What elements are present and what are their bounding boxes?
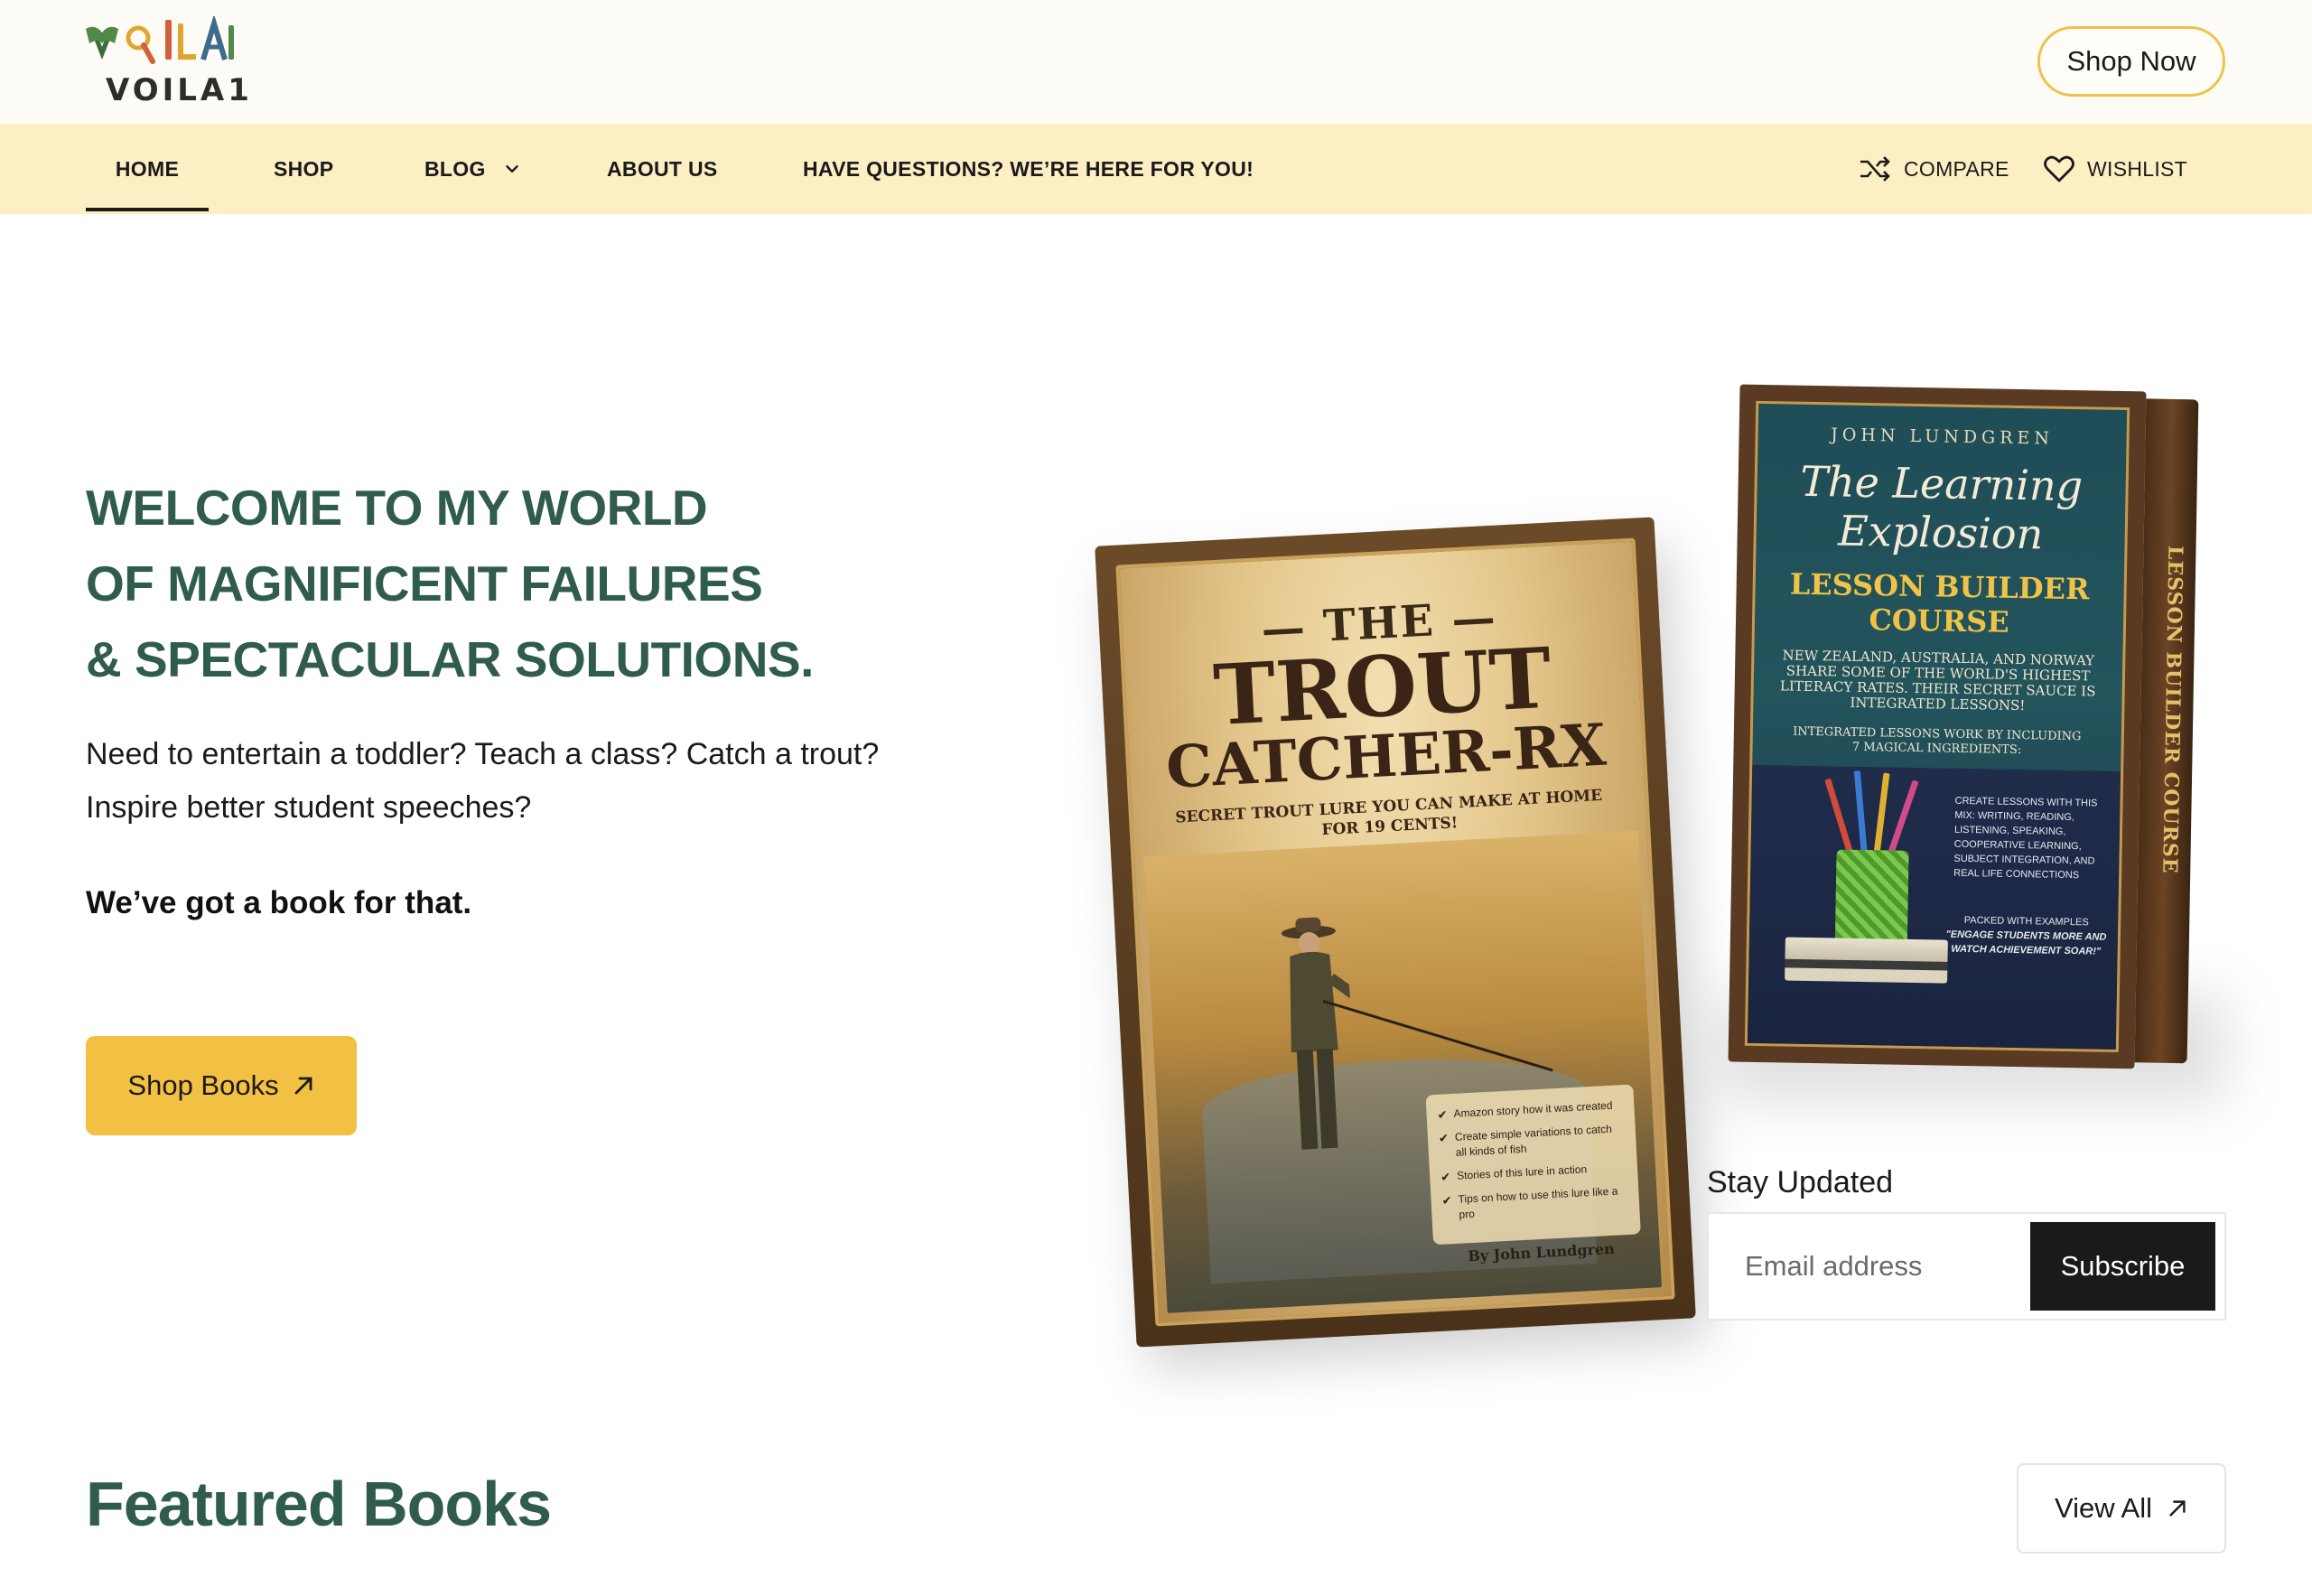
logo[interactable]: VOILA1 (86, 14, 249, 108)
arrow-up-right-icon (294, 1077, 312, 1095)
book-cover-frame: — THE — TROUT CATCHER-RX SECRET TROUT LU… (1095, 517, 1696, 1348)
hero-title-line: OF MAGNIFICENT FAILURES (86, 555, 763, 611)
hero-title-line: WELCOME TO MY WORLD (86, 480, 708, 536)
pencil-cup-icon (1834, 849, 1909, 946)
wishlist-link[interactable]: WISHLIST (2044, 124, 2187, 214)
book-course-title: LESSON BUILDER COURSE (1755, 566, 2124, 641)
pencil-icon (1873, 772, 1890, 854)
fishing-rod-icon (1322, 999, 1553, 1072)
arrow-up-right-icon (2169, 1500, 2186, 1517)
book-author: JOHN LUNDGREN (1830, 425, 2055, 449)
book-packed: PACKED WITH EXAMPLES (1963, 914, 2089, 929)
pencil-icon (1824, 778, 1855, 858)
shop-books-label: Shop Books (127, 1069, 279, 1101)
book-cover-art: JOHN LUNDGREN The Learning Explosion LES… (1744, 400, 2130, 1052)
book-quote: "ENGAGE STUDENTS MORE AND WATCH ACHIEVEM… (1945, 929, 2107, 957)
nav-item-home[interactable]: HOME (86, 124, 209, 214)
subscribe-button[interactable]: Subscribe (2030, 1222, 2215, 1311)
main-nav: HOME SHOP BLOG ABOUT US HAVE QUESTIONS? … (0, 124, 2312, 214)
book-spine-text: LESSON BUILDER COURSE (2158, 545, 2187, 874)
pencil-icon (1886, 779, 1919, 859)
view-all-button[interactable]: View All (2017, 1463, 2226, 1554)
book-lower-quote: PACKED WITH EXAMPLES "ENGAGE STUDENTS MO… (1944, 913, 2110, 959)
featured-books-heading: Featured Books (86, 1469, 552, 1539)
hero-body-line: Inspire better student speeches? (86, 790, 532, 825)
chevron-down-icon (505, 165, 518, 173)
shop-books-button[interactable]: Shop Books (86, 1036, 357, 1135)
checklist-item: Stories of this lure in action (1440, 1160, 1627, 1185)
checklist-item: Tips on how to use this lure like a pro (1441, 1183, 1628, 1224)
book-checklist: Amazon story how it was created Create s… (1425, 1084, 1641, 1246)
heart-icon (2044, 155, 2074, 182)
books-stack-icon (1785, 937, 1948, 984)
hero-tagline: We’ve got a book for that. (86, 885, 472, 920)
pencil-icon (1853, 770, 1868, 853)
logo-mark-icon (86, 14, 234, 64)
book-course-line: COURSE (1869, 602, 2010, 639)
book-description: NEW ZEALAND, AUSTRALIA, AND NORWAY SHARE… (1779, 647, 2096, 714)
shop-now-button[interactable]: Shop Now (2037, 26, 2225, 97)
hero-body-line: Need to entertain a toddler? Teach a cla… (86, 737, 880, 771)
compare-link[interactable]: COMPARE (1859, 124, 2009, 214)
active-nav-underline (86, 208, 209, 211)
checklist-item: Amazon story how it was created (1437, 1097, 1624, 1123)
book-lower-text: CREATE LESSONS WITH THIS MIX: WRITING, R… (1953, 795, 2098, 882)
wishlist-label: WISHLIST (2087, 156, 2188, 181)
top-header: VOILA1 Shop Now (0, 0, 2312, 124)
book-cover-trout-catcher[interactable]: — THE — TROUT CATCHER-RX SECRET TROUT LU… (1095, 517, 1696, 1348)
compare-label: COMPARE (1904, 156, 2009, 181)
nav-item-questions[interactable]: HAVE QUESTIONS? WE’RE HERE FOR YOU! (803, 124, 1254, 214)
book-course-line: LESSON BUILDER (1789, 566, 2090, 607)
book-title-line: Explosion (1837, 506, 2044, 559)
view-all-label: View All (2055, 1492, 2152, 1524)
hero-title-line: & SPECTACULAR SOLUTIONS. (86, 631, 814, 687)
checklist-item: Create simple variations to catch all ki… (1439, 1121, 1626, 1162)
compare-shuffle-icon (1860, 156, 1890, 182)
book-lower-panel: CREATE LESSONS WITH THIS MIX: WRITING, R… (1747, 764, 2121, 1050)
hero-body: Need to entertain a toddler? Teach a cla… (86, 728, 989, 835)
email-input[interactable] (1709, 1214, 2029, 1319)
book-cover-frame: JOHN LUNDGREN The Learning Explosion LES… (1728, 384, 2147, 1069)
book-description-2: INTEGRATED LESSONS WORK BY INCLUDING 7 M… (1793, 724, 2082, 758)
book-cover-learning-explosion[interactable]: JOHN LUNDGREN The Learning Explosion LES… (1728, 384, 2205, 1070)
logo-text: VOILA1 (106, 72, 253, 108)
nav-item-shop[interactable]: SHOP (274, 124, 333, 214)
book-cover-art: — THE — TROUT CATCHER-RX SECRET TROUT LU… (1115, 537, 1675, 1327)
book-title: The Learning Explosion (1756, 456, 2126, 560)
nav-item-blog-label: BLOG (424, 156, 486, 181)
book-title-line: The Learning (1799, 456, 2084, 511)
hero-title: WELCOME TO MY WORLD OF MAGNIFICENT FAILU… (86, 470, 971, 697)
newsletter-title: Stay Updated (1707, 1165, 1894, 1199)
nav-item-about-us[interactable]: ABOUT US (607, 124, 718, 214)
nav-item-blog[interactable]: BLOG (424, 124, 522, 214)
